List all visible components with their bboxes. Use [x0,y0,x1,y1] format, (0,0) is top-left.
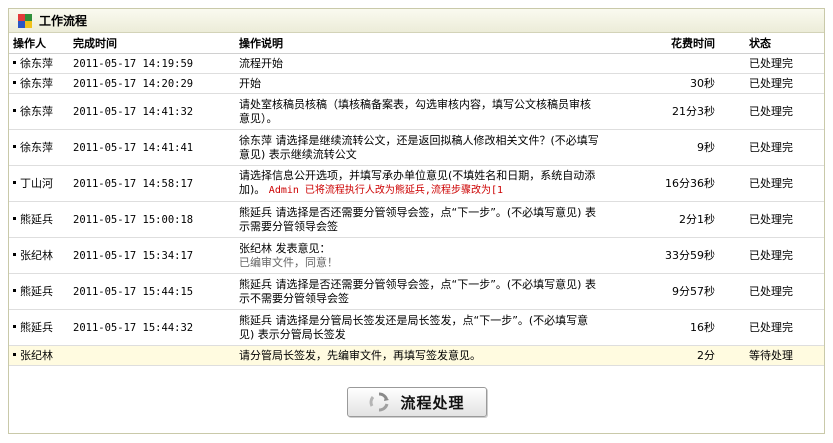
row-operator: 张纪林 [20,348,53,362]
panel-title: 工作流程 [39,14,88,28]
row-time: 2011-05-17 15:34:17 [69,237,235,274]
row-time: 2011-05-17 15:44:15 [69,273,235,310]
row-status: 已处理完 [745,309,824,346]
bullet-icon [13,81,16,84]
row-operator: 熊延兵 [20,284,53,298]
row-description: 请选择信息公开选项，并填写承办单位意见(不填姓名和日期，系统自动添加)。 Adm… [235,165,605,202]
row-operator: 熊延兵 [20,212,53,226]
row-cost: 2分1秒 [605,201,745,238]
row-description: 请处室核稿员核稿（填核稿备案表，勾选审核内容，填写公文核稿员审核意见）。 [235,93,605,130]
row-time [69,345,235,366]
row-description: 请分管局长签发，先编审文件，再填写签发意见。 [235,345,605,366]
row-cost: 2分 [605,345,745,366]
row-description: 熊延兵 请选择是分管局长签发还是局长签发，点“下一步”。(不必填写意见) 表示分… [235,309,605,346]
table-row: 徐东萍 2011-05-17 14:19:59 流程开始 已处理完 [9,53,824,74]
row-status: 已处理完 [745,93,824,130]
row-time: 2011-05-17 15:44:32 [69,309,235,346]
row-cost [605,53,745,74]
row-status: 已处理完 [745,201,824,238]
row-operator: 徐东萍 [20,104,53,118]
bullet-icon [13,145,16,148]
table-row: 熊延兵 2011-05-17 15:44:32 熊延兵 请选择是分管局长签发还是… [9,309,824,346]
table-row: 徐东萍 2011-05-17 14:41:32 请处室核稿员核稿（填核稿备案表，… [9,93,824,130]
col-description: 操作说明 [235,33,605,54]
table-row-pending: 张纪林 请分管局长签发，先编审文件，再填写签发意见。 2分 等待处理 [9,345,824,366]
button-bar: 流程处理 [9,387,824,417]
row-description-text: 张纪林 发表意见： [239,241,331,255]
row-operator: 熊延兵 [20,320,53,334]
refresh-icon [370,392,390,412]
row-time: 2011-05-17 14:19:59 [69,53,235,74]
row-operator: 张纪林 [20,248,53,262]
table-row: 熊延兵 2011-05-17 15:00:18 熊延兵 请选择是否还需要分管领导… [9,201,824,238]
table-row: 徐东萍 2011-05-17 14:41:41 徐东萍 请选择是继续流转公文，还… [9,129,824,166]
bullet-icon [13,289,16,292]
row-status: 等待处理 [745,345,824,366]
col-operator: 操作人 [9,33,69,54]
row-description: 熊延兵 请选择是否还需要分管领导会签，点“下一步”。(不必填写意见) 表示需要分… [235,201,605,238]
process-workflow-label: 流程处理 [400,393,465,412]
row-operator: 徐东萍 [20,140,53,154]
row-cost: 9分57秒 [605,273,745,310]
process-workflow-button[interactable]: 流程处理 [346,387,487,417]
row-description: 开始 [235,73,605,94]
row-status: 已处理完 [745,165,824,202]
bullet-icon [13,217,16,220]
col-cost-time: 花费时间 [605,33,745,54]
table-row: 徐东萍 2011-05-17 14:20:29 开始 30秒 已处理完 [9,73,824,94]
row-time: 2011-05-17 14:20:29 [69,73,235,94]
workflow-logo-icon [18,13,32,28]
col-status: 状态 [745,33,824,54]
row-operator: 丁山河 [20,176,53,190]
bullet-icon [13,61,16,64]
row-time: 2011-05-17 14:41:32 [69,93,235,130]
panel-header: 工作流程 [9,9,824,33]
row-status: 已处理完 [745,237,824,274]
table-header-row: 操作人 完成时间 操作说明 花费时间 状态 [9,33,824,54]
row-cost: 33分59秒 [605,237,745,274]
row-description: 张纪林 发表意见： 已编审文件，同意！ [235,237,605,274]
row-description: 熊延兵 请选择是否还需要分管领导会签，点“下一步”。(不必填写意见) 表示不需要… [235,273,605,310]
row-status: 已处理完 [745,129,824,166]
bullet-icon [13,181,16,184]
table-row: 丁山河 2011-05-17 14:58:17 请选择信息公开选项，并填写承办单… [9,165,824,202]
bullet-icon [13,109,16,112]
table-row: 熊延兵 2011-05-17 15:44:15 熊延兵 请选择是否还需要分管领导… [9,273,824,310]
row-time: 2011-05-17 15:00:18 [69,201,235,238]
row-cost: 21分3秒 [605,93,745,130]
bullet-icon [13,325,16,328]
workflow-table: 操作人 完成时间 操作说明 花费时间 状态 徐东萍 2011-05-17 14:… [9,33,824,366]
row-cost: 9秒 [605,129,745,166]
row-cost: 30秒 [605,73,745,94]
row-cost: 16分36秒 [605,165,745,202]
row-time: 2011-05-17 14:58:17 [69,165,235,202]
row-description-admin-note: Admin 已将流程执行人改为熊延兵,流程步骤改为[1 [268,185,503,196]
bullet-icon [13,353,16,356]
row-opinion-text: 已编审文件，同意！ [239,255,338,269]
row-time: 2011-05-17 14:41:41 [69,129,235,166]
row-description: 流程开始 [235,53,605,74]
table-row: 张纪林 2011-05-17 15:34:17 张纪林 发表意见： 已编审文件，同… [9,237,824,274]
row-operator: 徐东萍 [20,56,53,70]
row-status: 已处理完 [745,73,824,94]
row-status: 已处理完 [745,273,824,310]
col-done-time: 完成时间 [69,33,235,54]
row-description: 徐东萍 请选择是继续流转公文，还是返回拟稿人修改相关文件？(不必填写意见) 表示… [235,129,605,166]
row-status: 已处理完 [745,53,824,74]
row-cost: 16秒 [605,309,745,346]
row-operator: 徐东萍 [20,76,53,90]
workflow-panel: 工作流程 操作人 完成时间 操作说明 花费时间 状态 徐东萍 2011-05-1… [8,8,825,434]
bullet-icon [13,253,16,256]
